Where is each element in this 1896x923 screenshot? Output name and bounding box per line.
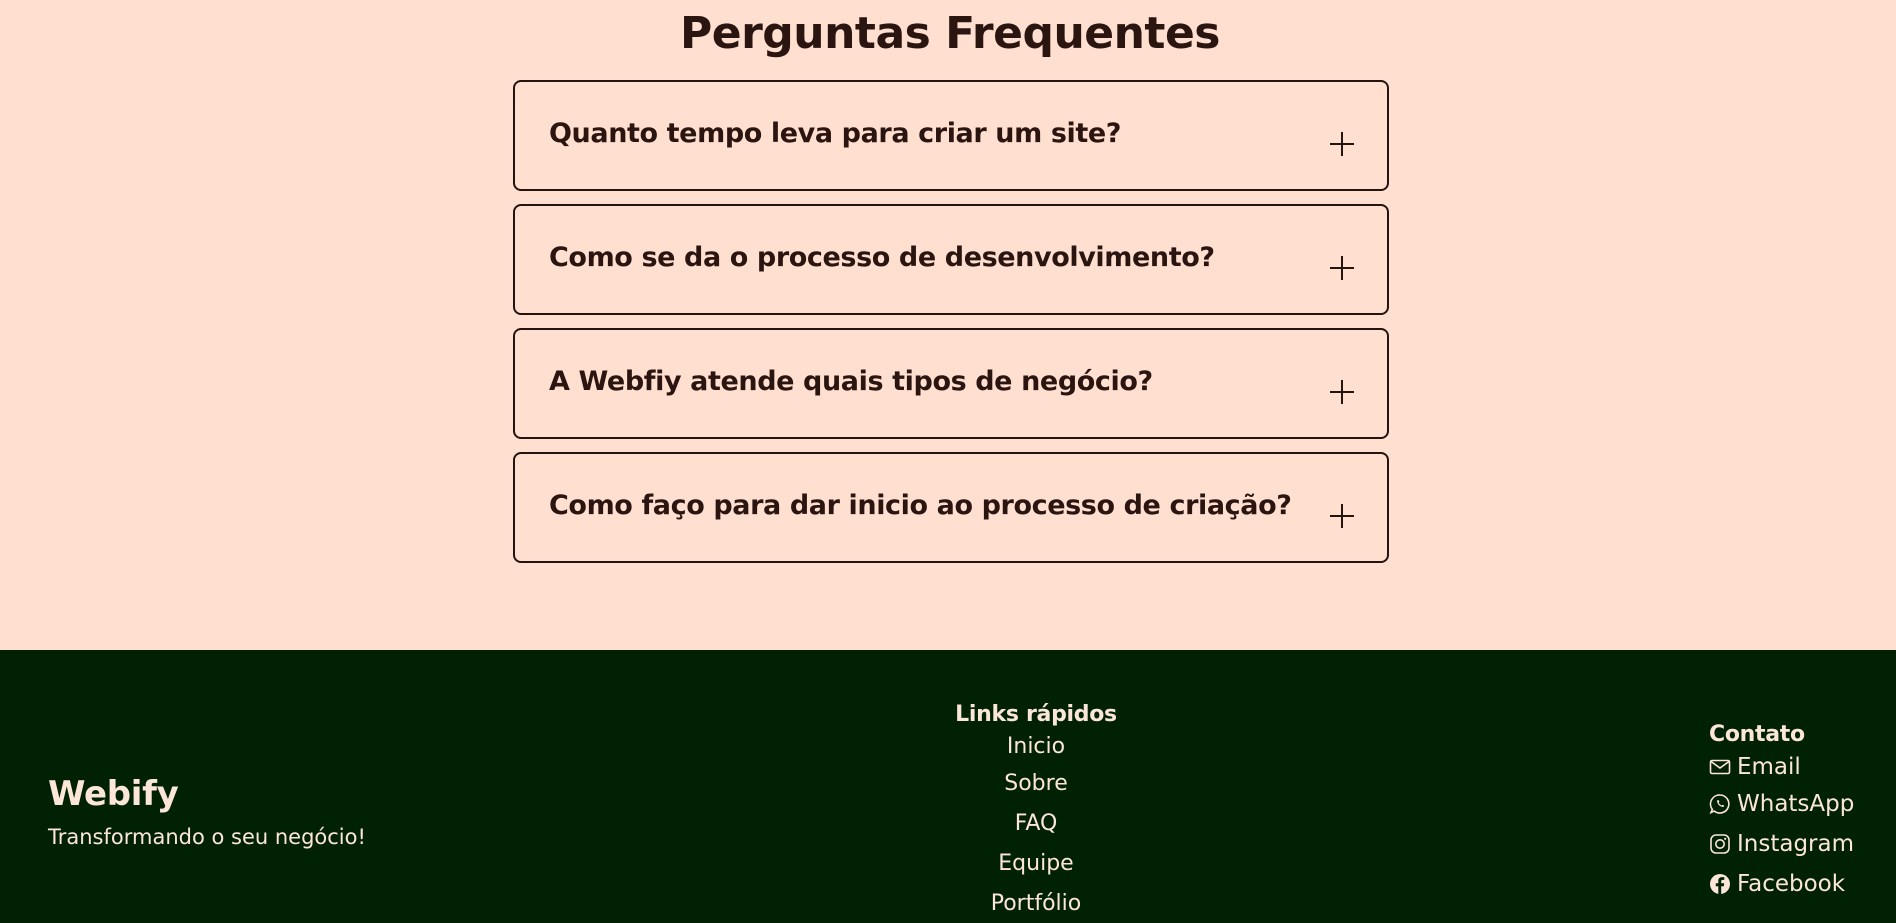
contact-link-facebook[interactable]: Facebook (1709, 864, 1889, 904)
contact-label: Facebook (1737, 871, 1846, 897)
brand-tagline: Transformando o seu negócio! (48, 825, 366, 849)
contact-link-instagram[interactable]: Instagram (1709, 824, 1889, 864)
contact-list: Email WhatsApp Instagram Facebook (1709, 750, 1889, 904)
faq-item-1[interactable]: Quanto tempo leva para criar um site? (513, 80, 1389, 191)
facebook-icon (1709, 873, 1731, 895)
contact-title: Contato (1709, 722, 1805, 747)
envelope-icon (1709, 756, 1731, 778)
whatsapp-icon (1709, 793, 1731, 815)
faq-question: Quanto tempo leva para criar um site? (549, 118, 1122, 149)
plus-icon[interactable] (1328, 502, 1356, 530)
contact-link-whatsapp[interactable]: WhatsApp (1709, 784, 1889, 824)
faq-question: Como se da o processo de desenvolvimento… (549, 242, 1215, 273)
footer-link-faq[interactable]: FAQ (936, 804, 1136, 844)
footer-brand: Webify Transformando o seu negócio! (48, 774, 366, 850)
plus-icon[interactable] (1328, 378, 1356, 406)
quick-links: Links rápidos Inicio Sobre FAQ Equipe Po… (936, 700, 1136, 923)
footer-link-sobre[interactable]: Sobre (936, 764, 1136, 804)
faq-item-3[interactable]: A Webfiy atende quais tipos de negócio? (513, 328, 1389, 439)
footer-link-equipe[interactable]: Equipe (936, 844, 1136, 884)
plus-icon[interactable] (1328, 130, 1356, 158)
faq-title: Perguntas Frequentes (680, 8, 1221, 59)
faq-question: A Webfiy atende quais tipos de negócio? (549, 366, 1153, 397)
quick-links-list: Inicio Sobre FAQ Equipe Portfólio (936, 730, 1136, 923)
contact-label: Email (1737, 754, 1801, 780)
instagram-icon (1709, 833, 1731, 855)
footer-link-portfolio[interactable]: Portfólio (936, 884, 1136, 923)
contact-label: WhatsApp (1737, 791, 1855, 817)
site-footer: Webify Transformando o seu negócio! Link… (0, 650, 1896, 923)
contact-link-email[interactable]: Email (1709, 750, 1889, 784)
quick-links-title: Links rápidos (955, 702, 1117, 727)
footer-link-inicio[interactable]: Inicio (936, 730, 1136, 764)
faq-section: Perguntas Frequentes Quanto tempo leva p… (0, 0, 1896, 650)
faq-question: Como faço para dar inicio ao processo de… (549, 490, 1292, 521)
plus-icon[interactable] (1328, 254, 1356, 282)
contact-label: Instagram (1737, 831, 1855, 857)
brand-name: Webify (48, 774, 179, 814)
contact-section: Contato Email WhatsApp Instagram Faceboo… (1709, 720, 1889, 904)
faq-item-2[interactable]: Como se da o processo de desenvolvimento… (513, 204, 1389, 315)
faq-item-4[interactable]: Como faço para dar inicio ao processo de… (513, 452, 1389, 563)
